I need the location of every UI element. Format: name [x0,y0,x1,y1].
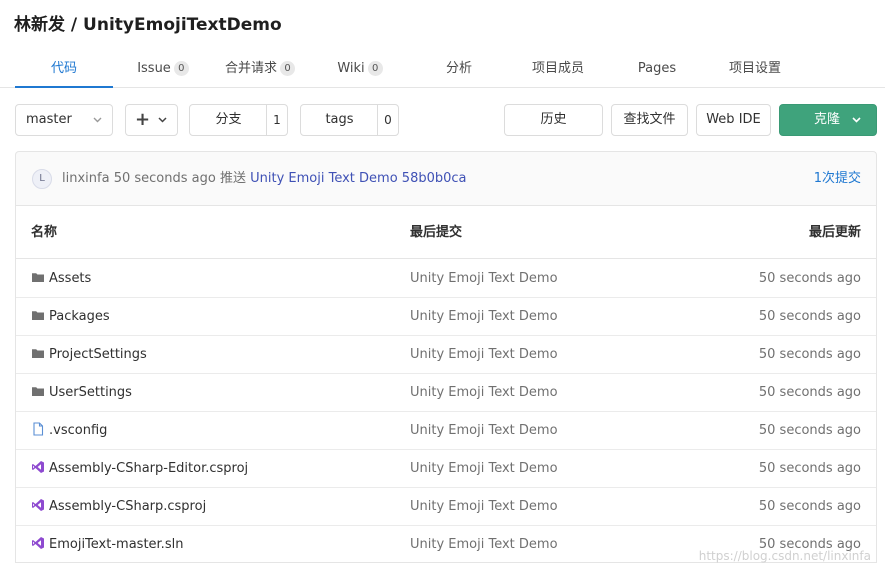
table-row[interactable]: UserSettings Unity Emoji Text Demo 50 seco… [16,374,876,412]
file-commit-link[interactable]: Unity Emoji Text Demo [410,412,558,450]
visual-studio-icon [31,537,49,552]
file-updated-time: 50 seconds ago [758,271,861,286]
branch-select[interactable]: master [15,104,113,136]
tab-code[interactable]: 代码 [15,50,113,88]
folder-icon [31,271,49,286]
file-updated-time: 50 seconds ago [758,461,861,476]
table-row[interactable]: Packages Unity Emoji Text Demo 50 seconds … [16,298,876,336]
tab-members[interactable]: 项目成员 [522,50,594,88]
table-header: 名称 最后提交 最后更新 [16,206,876,259]
clone-button[interactable]: 克隆 [779,104,877,136]
tab-settings[interactable]: 项目设置 [718,50,792,88]
watermark: https://blog.csdn.net/linxinfa [698,549,871,563]
file-name-link[interactable]: Assets [31,260,91,298]
tags-button[interactable]: tags 0 [300,104,399,136]
commit-time: 50 seconds ago [113,171,216,186]
table-row[interactable]: Assembly-CSharp-Editor.csproj Unity Emoji… [16,450,876,488]
commit-author[interactable]: linxinfa [62,171,110,186]
visual-studio-icon [31,499,49,514]
file-commit-link[interactable]: Unity Emoji Text Demo [410,298,558,336]
header-name: 名称 [31,225,58,240]
tab-pages[interactable]: Pages [628,50,686,88]
file-commit-link[interactable]: Unity Emoji Text Demo [410,260,558,298]
header-last-update: 最后更新 [808,225,861,240]
commit-action: 推送 [219,171,246,186]
wiki-count-badge: 0 [367,61,383,76]
repo-name[interactable]: UnityEmojiTextDemo [83,15,282,35]
tab-issue[interactable]: Issue 0 [128,50,198,88]
file-name-link[interactable]: Assembly-CSharp.csproj [31,488,206,526]
file-table: 名称 最后提交 最后更新 Assets Unity Emoji Text Demo… [15,205,877,563]
commit-sha-link[interactable]: 58b0b0ca [402,171,467,186]
file-commit-link[interactable]: Unity Emoji Text Demo [410,336,558,374]
folder-icon [31,309,49,324]
folder-icon [31,347,49,362]
issue-count-badge: 0 [173,61,189,76]
add-dropdown-button[interactable]: + [125,104,178,136]
file-updated-time: 50 seconds ago [758,309,861,324]
file-name-link[interactable]: ProjectSettings [31,336,147,374]
find-file-button[interactable]: 查找文件 [611,104,688,136]
repo-owner[interactable]: 林新发 [14,15,65,35]
avatar[interactable]: L [32,169,52,189]
chevron-down-icon [852,117,861,123]
table-row[interactable]: .vsconfig Unity Emoji Text Demo 50 seconds… [16,412,876,450]
file-commit-link[interactable]: Unity Emoji Text Demo [410,526,558,564]
file-name-link[interactable]: Packages [31,298,110,336]
project-tabs: 代码 Issue 0 合并请求 0 Wiki 0 分析 项目成员 Pages 项目设置 [0,50,885,88]
header-last-commit: 最后提交 [410,225,463,240]
table-row[interactable]: Assembly-CSharp.csproj Unity Emoji Text D… [16,488,876,526]
visual-studio-icon [31,461,49,476]
tab-analytics[interactable]: 分析 [430,50,488,88]
page-title: 林新发 / UnityEmojiTextDemo [14,15,282,35]
file-name-link[interactable]: EmojiText-master.sln [31,526,183,564]
file-icon [31,422,49,438]
table-row[interactable]: Assets Unity Emoji Text Demo 50 seconds ag… [16,260,876,298]
file-commit-link[interactable]: Unity Emoji Text Demo [410,488,558,526]
last-commit-bar: L linxinfa 50 seconds ago 推送 Unity Emoji… [15,151,877,205]
commit-count-link[interactable]: 1次提交 [814,152,861,206]
commit-message-link[interactable]: Unity Emoji Text Demo [250,171,398,186]
table-row[interactable]: ProjectSettings Unity Emoji Text Demo 50 s… [16,336,876,374]
chevron-down-icon [158,117,167,123]
chevron-down-icon [93,117,102,123]
branches-count: 1 [266,105,287,135]
file-name-link[interactable]: UserSettings [31,374,132,412]
file-updated-time: 50 seconds ago [758,499,861,514]
commit-summary: linxinfa 50 seconds ago 推送 Unity Emoji T… [62,152,467,206]
file-name-link[interactable]: Assembly-CSharp-Editor.csproj [31,450,248,488]
tab-wiki[interactable]: Wiki 0 [330,50,390,88]
plus-icon: + [135,109,151,130]
tab-merge-requests[interactable]: 合并请求 0 [218,50,302,88]
file-updated-time: 50 seconds ago [758,385,861,400]
history-button[interactable]: 历史 [504,104,603,136]
tags-count: 0 [377,105,398,135]
file-commit-link[interactable]: Unity Emoji Text Demo [410,374,558,412]
folder-icon [31,385,49,400]
file-updated-time: 50 seconds ago [758,347,861,362]
web-ide-button[interactable]: Web IDE [696,104,771,136]
file-updated-time: 50 seconds ago [758,423,861,438]
merge-request-count-badge: 0 [280,61,295,76]
branches-button[interactable]: 分支 1 [189,104,288,136]
file-commit-link[interactable]: Unity Emoji Text Demo [410,450,558,488]
file-name-link[interactable]: .vsconfig [31,412,107,450]
